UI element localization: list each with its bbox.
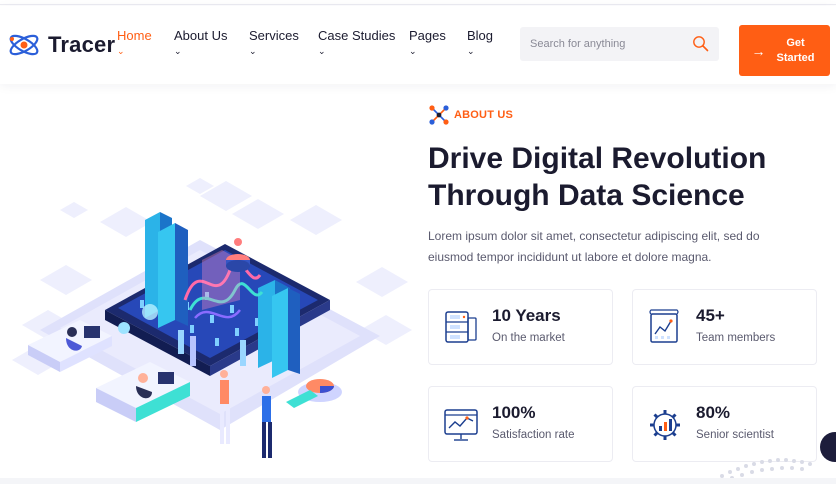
nav-label: Home [117, 28, 152, 43]
nav-item-blog[interactable]: Blog ⌄ [467, 28, 507, 56]
stat-value: 45+ [696, 306, 725, 325]
stat-card-satisfaction: 100% Satisfaction rate [428, 386, 613, 462]
nav-item-about-us[interactable]: About Us ⌄ [174, 28, 249, 56]
nav-item-services[interactable]: Services ⌄ [249, 28, 318, 56]
nav-label: Services [249, 28, 299, 43]
data-science-illustration [12, 178, 412, 458]
hero-description: Lorem ipsum dolor sit amet, consectetur … [428, 229, 760, 264]
stat-label: Team members [696, 332, 776, 344]
chevron-down-icon: ⌄ [117, 46, 125, 56]
scroll-to-top-button[interactable] [820, 432, 836, 462]
chevron-down-icon: ⌄ [409, 46, 417, 56]
search-box [520, 27, 719, 61]
site-header: Tracer Home ⌄ About Us ⌄ Services ⌄ Case… [0, 6, 836, 84]
arrow-right-icon: → [751, 42, 766, 59]
get-started-label: Get Started [776, 36, 815, 64]
stat-label: Satisfaction rate [492, 429, 575, 441]
eyebrow-label: ABOUT US [454, 109, 514, 121]
stat-label: Senior scientist [696, 429, 774, 441]
stat-label: On the market [492, 332, 565, 344]
chevron-down-icon: ⌄ [467, 46, 475, 56]
section-eyebrow: ABOUT US [428, 104, 513, 126]
gear-chart-icon [650, 410, 680, 440]
server-icon [445, 311, 477, 343]
dot-pattern-decoration [720, 458, 812, 480]
stat-value: 100% [492, 403, 536, 422]
chevron-down-icon: ⌄ [249, 46, 257, 56]
chart-board-icon [649, 309, 679, 343]
nav-item-pages[interactable]: Pages ⌄ [409, 28, 467, 56]
stat-card-years: 10 Years On the market [428, 289, 613, 365]
nav-label: Case Studies [318, 28, 396, 43]
brand-logo[interactable]: Tracer [6, 30, 115, 60]
nav-item-case-studies[interactable]: Case Studies ⌄ [318, 28, 409, 56]
nav-label: Blog [467, 28, 494, 43]
nav-label: About Us [174, 28, 228, 43]
analytics-monitor-icon [444, 409, 478, 441]
chevron-down-icon: ⌄ [174, 46, 182, 56]
stat-value: 10 Years [492, 306, 561, 325]
stat-value: 80% [696, 403, 731, 422]
brand-name: Tracer [48, 32, 116, 57]
molecule-icon [429, 105, 449, 125]
hero-title: Drive Digital Revolution Through Data Sc… [428, 142, 767, 212]
stat-card-scientists: 80% Senior scientist [632, 386, 817, 462]
nav-item-home[interactable]: Home ⌄ [117, 28, 174, 56]
chevron-down-icon: ⌄ [318, 46, 326, 56]
bottom-strip [0, 478, 836, 484]
search-input[interactable] [520, 38, 680, 50]
search-icon[interactable] [692, 35, 709, 52]
stat-card-team: 45+ Team members [632, 289, 817, 365]
get-started-button[interactable]: → Get Started [739, 25, 830, 76]
top-border [0, 0, 836, 5]
nav-label: Pages [409, 28, 446, 43]
main-nav: Home ⌄ About Us ⌄ Services ⌄ Case Studie… [117, 28, 507, 56]
atom-logo-icon [9, 34, 39, 56]
